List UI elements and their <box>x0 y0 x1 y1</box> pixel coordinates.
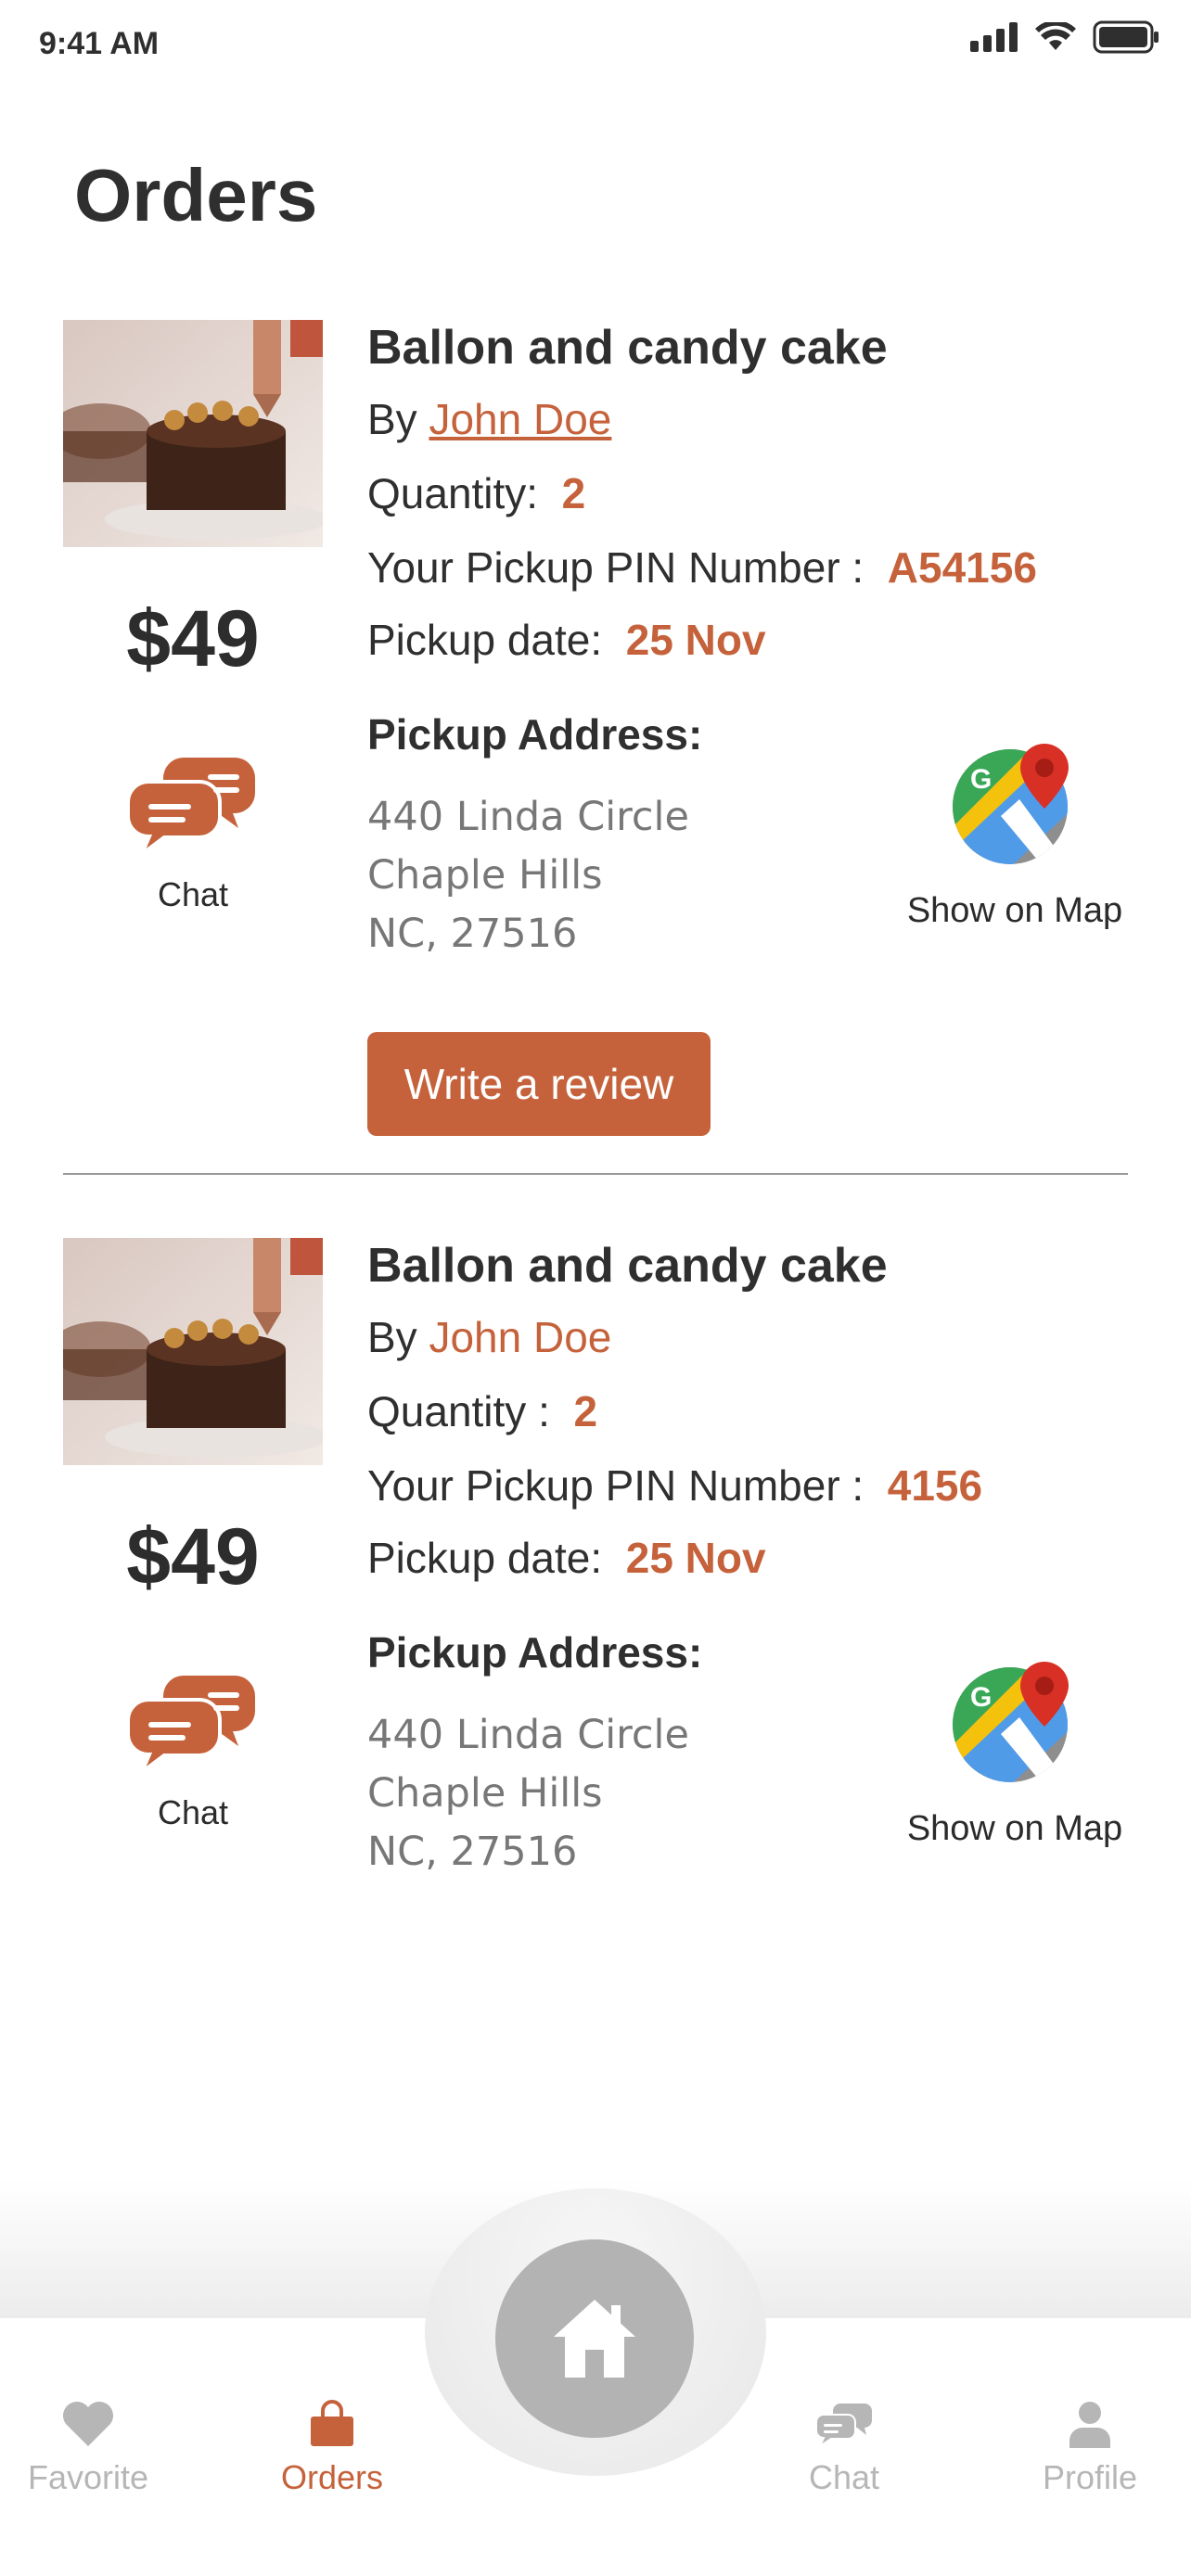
pickup-address: 440 Linda Circle Chaple Hills NC, 27516 <box>367 1712 689 1875</box>
wifi-icon <box>1035 22 1076 50</box>
pickup-date-value: 25 Nov <box>625 616 766 664</box>
cake-image[interactable] <box>63 1238 323 1465</box>
pin-value: A54156 <box>887 543 1037 592</box>
svg-text:G: G <box>970 1682 992 1713</box>
shopping-bag-icon <box>311 2400 353 2446</box>
pickup-date-line: Pickup date: 25 Nov <box>367 616 766 664</box>
seller-line: By John Doe <box>367 1313 612 1361</box>
quantity-line: Quantity: 2 <box>367 469 586 517</box>
chat-bubbles-icon <box>126 758 255 861</box>
pickup-date-value: 25 Nov <box>625 1534 766 1582</box>
tab-label: Profile <box>1042 2458 1138 2496</box>
chat-bubbles-icon <box>815 2404 872 2449</box>
pickup-date-line: Pickup date: 25 Nov <box>367 1534 766 1582</box>
quantity-value: 2 <box>573 1387 598 1435</box>
quantity-line: Quantity : 2 <box>367 1387 598 1435</box>
tab-favorite[interactable]: Favorite <box>0 2400 181 2497</box>
pickup-address-title: Pickup Address: <box>367 710 703 759</box>
pin-line: Your Pickup PIN Number : 4156 <box>367 1461 983 1510</box>
tab-label: Orders <box>280 2458 384 2496</box>
cellular-signal-icon <box>970 22 1018 52</box>
chat-button[interactable]: Chat <box>63 1664 323 1832</box>
show-on-map-button[interactable]: G Show on Map <box>876 742 1154 931</box>
chat-button[interactable]: Chat <box>63 746 323 914</box>
show-on-map-label: Show on Map <box>906 1809 1123 1848</box>
tab-label: Favorite <box>27 2458 149 2496</box>
seller-line: By John Doe <box>367 395 612 443</box>
quantity-value: 2 <box>561 469 586 517</box>
order-title: Ballon and candy cake <box>367 1239 888 1293</box>
battery-icon <box>1093 20 1159 54</box>
order-divider <box>63 1173 1128 1175</box>
pin-value: 4156 <box>887 1461 983 1510</box>
pin-line: Your Pickup PIN Number : A54156 <box>367 543 1037 592</box>
write-review-button[interactable]: Write a review <box>367 1032 711 1136</box>
order-price: $49 <box>126 1512 260 1601</box>
tab-profile[interactable]: Profile <box>997 2400 1183 2497</box>
home-button[interactable] <box>495 2239 694 2438</box>
svg-text:G: G <box>970 764 992 795</box>
chat-bubbles-icon <box>126 1676 255 1779</box>
order-price: $49 <box>126 594 260 683</box>
home-icon <box>554 2300 635 2378</box>
order-card: $49 Chat Ballon and candy cake By John D… <box>0 1238 1191 2156</box>
status-icons <box>970 20 1159 54</box>
tab-label: Chat <box>808 2458 880 2496</box>
show-on-map-button[interactable]: G Show on Map <box>876 1660 1154 1849</box>
tab-orders[interactable]: Orders <box>239 2400 425 2497</box>
status-time: 9:41 AM <box>39 26 160 61</box>
order-card: $49 Chat Ballon and candy cake By John D… <box>0 320 1191 1238</box>
chat-label: Chat <box>157 875 229 913</box>
seller-link[interactable]: John Doe <box>429 395 611 443</box>
person-icon <box>1069 2402 1110 2448</box>
cake-image[interactable] <box>63 320 323 547</box>
google-maps-icon: G <box>953 744 1069 864</box>
google-maps-icon: G <box>953 1662 1069 1782</box>
pickup-address: 440 Linda Circle Chaple Hills NC, 27516 <box>367 794 689 957</box>
order-title: Ballon and candy cake <box>367 321 888 375</box>
show-on-map-label: Show on Map <box>906 891 1123 930</box>
seller-link[interactable]: John Doe <box>429 1313 611 1361</box>
chat-label: Chat <box>157 1793 229 1831</box>
tab-chat[interactable]: Chat <box>751 2400 937 2497</box>
pickup-address-title: Pickup Address: <box>367 1628 703 1677</box>
page-title: Orders <box>74 154 318 236</box>
status-bar: 9:41 AM <box>0 0 1191 93</box>
heart-icon <box>63 2402 113 2446</box>
